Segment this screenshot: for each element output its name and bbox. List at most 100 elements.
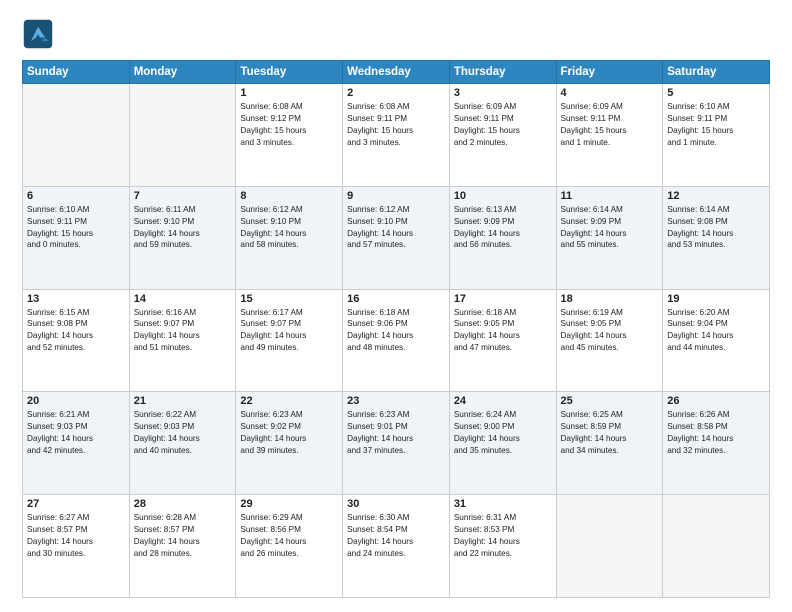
day-number: 13	[27, 293, 125, 305]
cell-info: Sunrise: 6:19 AM Sunset: 9:05 PM Dayligh…	[561, 307, 659, 355]
cell-info: Sunrise: 6:08 AM Sunset: 9:12 PM Dayligh…	[240, 101, 338, 149]
column-header-friday: Friday	[556, 61, 663, 84]
calendar-cell	[556, 495, 663, 598]
day-number: 1	[240, 87, 338, 99]
cell-info: Sunrise: 6:25 AM Sunset: 8:59 PM Dayligh…	[561, 409, 659, 457]
day-number: 24	[454, 395, 552, 407]
day-number: 29	[240, 498, 338, 510]
calendar-cell: 31 Sunrise: 6:31 AM Sunset: 8:53 PM Dayli…	[449, 495, 556, 598]
header-row: SundayMondayTuesdayWednesdayThursdayFrid…	[23, 61, 770, 84]
cell-info: Sunrise: 6:08 AM Sunset: 9:11 PM Dayligh…	[347, 101, 445, 149]
cell-info: Sunrise: 6:18 AM Sunset: 9:06 PM Dayligh…	[347, 307, 445, 355]
day-number: 30	[347, 498, 445, 510]
calendar-cell: 1 Sunrise: 6:08 AM Sunset: 9:12 PM Daylig…	[236, 84, 343, 187]
calendar-cell: 15Sunrise: 6:17 AM Sunset: 9:07 PM Dayli…	[236, 289, 343, 392]
cell-info: Sunrise: 6:20 AM Sunset: 9:04 PM Dayligh…	[667, 307, 765, 355]
day-number: 3	[454, 87, 552, 99]
calendar-cell: 13 Sunrise: 6:15 AM Sunset: 9:08 PM Dayli…	[23, 289, 130, 392]
cell-info: Sunrise: 6:12 AM Sunset: 9:10 PM Dayligh…	[240, 204, 338, 252]
calendar-cell: 21Sunrise: 6:22 AM Sunset: 9:03 PM Dayli…	[129, 392, 236, 495]
cell-info: Sunrise: 6:27 AM Sunset: 8:57 PM Dayligh…	[27, 512, 125, 560]
day-number: 2	[347, 87, 445, 99]
calendar-cell: 18 Sunrise: 6:19 AM Sunset: 9:05 PM Dayli…	[556, 289, 663, 392]
calendar-cell: 3 Sunrise: 6:09 AM Sunset: 9:11 PM Daylig…	[449, 84, 556, 187]
cell-info: Sunrise: 6:21 AM Sunset: 9:03 PM Dayligh…	[27, 409, 125, 457]
calendar-cell: 8 Sunrise: 6:12 AM Sunset: 9:10 PM Daylig…	[236, 186, 343, 289]
day-number: 20	[27, 395, 125, 407]
day-number: 5	[667, 87, 765, 99]
calendar-cell	[23, 84, 130, 187]
cell-info: Sunrise: 6:18 AM Sunset: 9:05 PM Dayligh…	[454, 307, 552, 355]
day-number: 27	[27, 498, 125, 510]
calendar-week-5: 27 Sunrise: 6:27 AM Sunset: 8:57 PM Dayli…	[23, 495, 770, 598]
calendar-cell: 27 Sunrise: 6:27 AM Sunset: 8:57 PM Dayli…	[23, 495, 130, 598]
cell-info: Sunrise: 6:17 AM Sunset: 9:07 PM Dayligh…	[240, 307, 338, 355]
column-header-saturday: Saturday	[663, 61, 770, 84]
day-number: 26	[667, 395, 765, 407]
day-number: 16	[347, 293, 445, 305]
calendar-cell: 29 Sunrise: 6:29 AM Sunset: 8:56 PM Dayli…	[236, 495, 343, 598]
cell-info: Sunrise: 6:15 AM Sunset: 9:08 PM Dayligh…	[27, 307, 125, 355]
cell-info: Sunrise: 6:29 AM Sunset: 8:56 PM Dayligh…	[240, 512, 338, 560]
day-number: 12	[667, 190, 765, 202]
page: SundayMondayTuesdayWednesdayThursdayFrid…	[0, 0, 792, 612]
cell-info: Sunrise: 6:09 AM Sunset: 9:11 PM Dayligh…	[454, 101, 552, 149]
cell-info: Sunrise: 6:30 AM Sunset: 8:54 PM Dayligh…	[347, 512, 445, 560]
calendar-cell: 20 Sunrise: 6:21 AM Sunset: 9:03 PM Dayli…	[23, 392, 130, 495]
calendar-cell	[129, 84, 236, 187]
calendar-cell: 5Sunrise: 6:10 AM Sunset: 9:11 PM Daylig…	[663, 84, 770, 187]
day-number: 18	[561, 293, 659, 305]
day-number: 28	[134, 498, 232, 510]
column-header-thursday: Thursday	[449, 61, 556, 84]
day-number: 23	[347, 395, 445, 407]
day-number: 22	[240, 395, 338, 407]
day-number: 11	[561, 190, 659, 202]
calendar-cell: 22Sunrise: 6:23 AM Sunset: 9:02 PM Dayli…	[236, 392, 343, 495]
cell-info: Sunrise: 6:31 AM Sunset: 8:53 PM Dayligh…	[454, 512, 552, 560]
column-header-tuesday: Tuesday	[236, 61, 343, 84]
cell-info: Sunrise: 6:28 AM Sunset: 8:57 PM Dayligh…	[134, 512, 232, 560]
calendar-cell: 17 Sunrise: 6:18 AM Sunset: 9:05 PM Dayli…	[449, 289, 556, 392]
column-header-wednesday: Wednesday	[343, 61, 450, 84]
calendar-cell: 7Sunrise: 6:11 AM Sunset: 9:10 PM Daylig…	[129, 186, 236, 289]
cell-info: Sunrise: 6:14 AM Sunset: 9:08 PM Dayligh…	[667, 204, 765, 252]
day-number: 19	[667, 293, 765, 305]
cell-info: Sunrise: 6:11 AM Sunset: 9:10 PM Dayligh…	[134, 204, 232, 252]
calendar-cell: 28 Sunrise: 6:28 AM Sunset: 8:57 PM Dayli…	[129, 495, 236, 598]
calendar-week-2: 6 Sunrise: 6:10 AM Sunset: 9:11 PM Daylig…	[23, 186, 770, 289]
calendar-cell: 12 Sunrise: 6:14 AM Sunset: 9:08 PM Dayli…	[663, 186, 770, 289]
calendar-cell: 2 Sunrise: 6:08 AM Sunset: 9:11 PM Daylig…	[343, 84, 450, 187]
logo-icon	[22, 18, 54, 50]
day-number: 4	[561, 87, 659, 99]
day-number: 8	[240, 190, 338, 202]
calendar-cell: 14 Sunrise: 6:16 AM Sunset: 9:07 PM Dayli…	[129, 289, 236, 392]
calendar-cell: 19 Sunrise: 6:20 AM Sunset: 9:04 PM Dayli…	[663, 289, 770, 392]
column-header-monday: Monday	[129, 61, 236, 84]
cell-info: Sunrise: 6:16 AM Sunset: 9:07 PM Dayligh…	[134, 307, 232, 355]
calendar-cell: 4 Sunrise: 6:09 AM Sunset: 9:11 PM Daylig…	[556, 84, 663, 187]
calendar-cell: 24 Sunrise: 6:24 AM Sunset: 9:00 PM Dayli…	[449, 392, 556, 495]
calendar-cell: 16 Sunrise: 6:18 AM Sunset: 9:06 PM Dayli…	[343, 289, 450, 392]
calendar-week-1: 1 Sunrise: 6:08 AM Sunset: 9:12 PM Daylig…	[23, 84, 770, 187]
cell-info: Sunrise: 6:09 AM Sunset: 9:11 PM Dayligh…	[561, 101, 659, 149]
calendar-header: SundayMondayTuesdayWednesdayThursdayFrid…	[23, 61, 770, 84]
calendar-cell: 6 Sunrise: 6:10 AM Sunset: 9:11 PM Daylig…	[23, 186, 130, 289]
calendar-week-4: 20 Sunrise: 6:21 AM Sunset: 9:03 PM Dayli…	[23, 392, 770, 495]
cell-info: Sunrise: 6:12 AM Sunset: 9:10 PM Dayligh…	[347, 204, 445, 252]
calendar-cell: 25 Sunrise: 6:25 AM Sunset: 8:59 PM Dayli…	[556, 392, 663, 495]
day-number: 14	[134, 293, 232, 305]
cell-info: Sunrise: 6:24 AM Sunset: 9:00 PM Dayligh…	[454, 409, 552, 457]
calendar-week-3: 13 Sunrise: 6:15 AM Sunset: 9:08 PM Dayli…	[23, 289, 770, 392]
day-number: 17	[454, 293, 552, 305]
calendar-cell: 11Sunrise: 6:14 AM Sunset: 9:09 PM Dayli…	[556, 186, 663, 289]
cell-info: Sunrise: 6:10 AM Sunset: 9:11 PM Dayligh…	[27, 204, 125, 252]
day-number: 6	[27, 190, 125, 202]
calendar-cell	[663, 495, 770, 598]
day-number: 21	[134, 395, 232, 407]
day-number: 31	[454, 498, 552, 510]
calendar-cell: 9Sunrise: 6:12 AM Sunset: 9:10 PM Daylig…	[343, 186, 450, 289]
day-number: 25	[561, 395, 659, 407]
header	[22, 18, 770, 50]
calendar-cell: 30 Sunrise: 6:30 AM Sunset: 8:54 PM Dayli…	[343, 495, 450, 598]
logo	[22, 18, 60, 50]
